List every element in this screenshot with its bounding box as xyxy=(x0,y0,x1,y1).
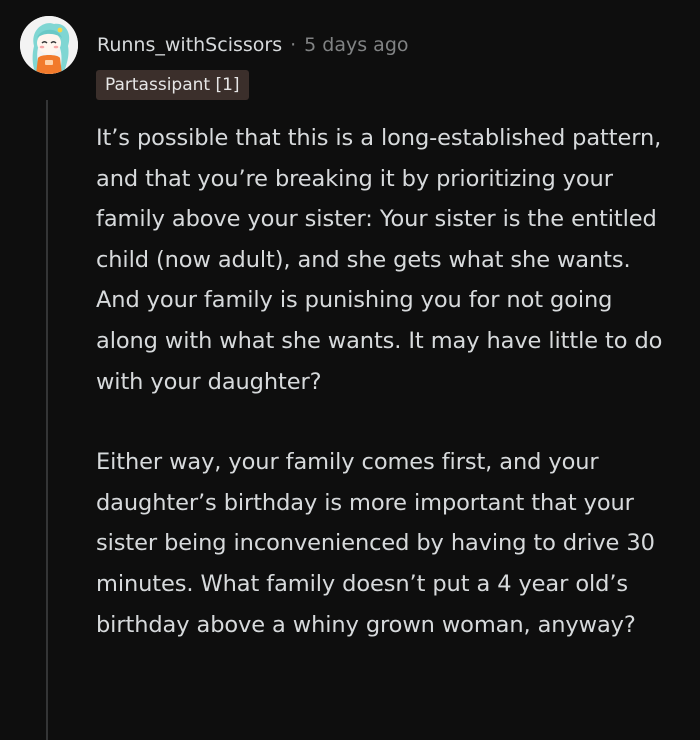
comment: Runns_withScissors · 5 days ago Partassi… xyxy=(0,0,700,740)
thread-line[interactable] xyxy=(46,100,48,740)
comment-paragraph: It’s possible that this is a long-establ… xyxy=(96,125,663,395)
timestamp[interactable]: 5 days ago xyxy=(304,34,408,56)
user-avatar[interactable] xyxy=(20,16,78,74)
comment-paragraph: Either way, your family comes first, and… xyxy=(96,449,655,638)
comment-body: It’s possible that this is a long-establ… xyxy=(96,118,676,685)
username-link[interactable]: Runns_withScissors xyxy=(97,34,282,56)
user-flair-badge: Partassipant [1] xyxy=(96,70,249,100)
comment-meta: Runns_withScissors · 5 days ago xyxy=(97,30,409,60)
snoo-avatar-icon xyxy=(20,16,78,74)
meta-separator: · xyxy=(290,34,297,56)
